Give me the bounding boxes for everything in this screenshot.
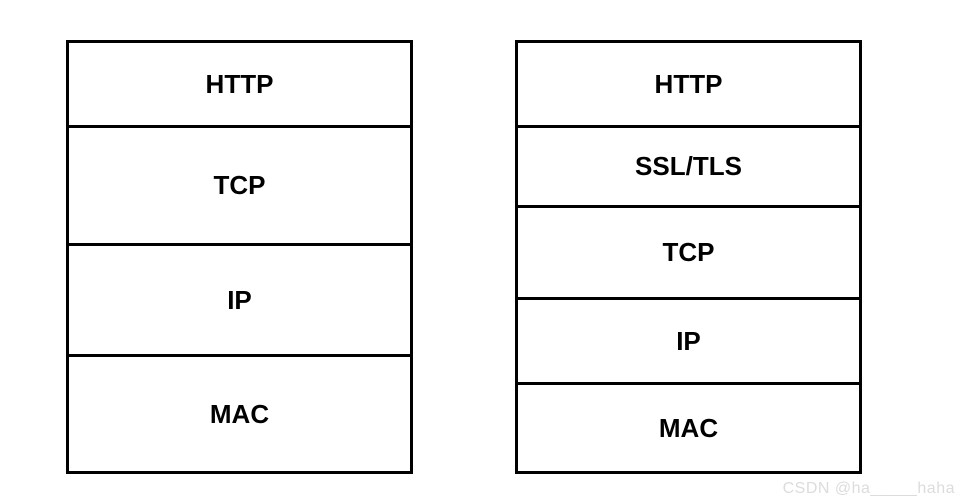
protocol-stack-right: HTTP SSL/TLS TCP IP MAC: [515, 40, 862, 474]
layer-ssl-tls: SSL/TLS: [518, 128, 859, 208]
layer-label: MAC: [210, 399, 269, 430]
layer-label: IP: [676, 326, 701, 357]
layer-http: HTTP: [518, 43, 859, 128]
layer-tcp: TCP: [518, 208, 859, 300]
layer-label: HTTP: [655, 69, 723, 100]
layer-label: TCP: [663, 237, 715, 268]
watermark-text: CSDN @ha_____haha: [783, 480, 955, 498]
layer-ip: IP: [69, 246, 410, 357]
layer-mac: MAC: [69, 357, 410, 471]
layer-label: SSL/TLS: [635, 151, 742, 182]
protocol-stack-left: HTTP TCP IP MAC: [66, 40, 413, 474]
layer-label: HTTP: [206, 69, 274, 100]
layer-label: TCP: [214, 170, 266, 201]
layer-ip: IP: [518, 300, 859, 385]
layer-mac: MAC: [518, 385, 859, 471]
layer-label: MAC: [659, 413, 718, 444]
layer-label: IP: [227, 285, 252, 316]
layer-tcp: TCP: [69, 128, 410, 246]
layer-http: HTTP: [69, 43, 410, 128]
